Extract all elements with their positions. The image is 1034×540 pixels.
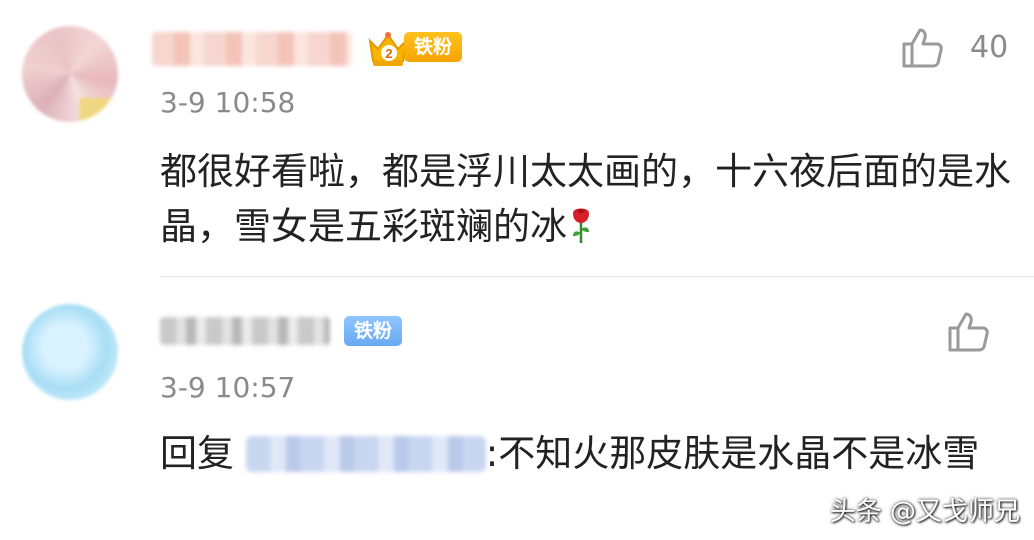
reply-prefix: 回复 [160,432,246,475]
comment-text: 都很好看啦，都是浮川太太画的，十六夜后面的是水晶，雪女是五彩斑斓的冰 [160,144,1020,254]
comment-item: 2 铁粉 3-9 10:58 40 都很好看啦，都是浮川太太画的，十六夜后面的是… [0,0,1034,276]
watermark: 头条 @又戈师兄 [829,497,1020,527]
avatar[interactable] [22,304,118,400]
thumbs-up-icon[interactable] [946,310,990,354]
rose-emoji-icon [573,208,589,243]
like-count: 40 [970,30,1009,65]
fan-badge: 铁粉 [404,32,463,62]
mention-username[interactable] [245,436,486,472]
comment-text: 回复 :不知火那皮肤是水晶不是冰雪 [160,426,1020,481]
fan-badge: 铁粉 [344,316,403,346]
avatar[interactable] [22,26,118,122]
thumbs-up-icon[interactable] [900,26,944,70]
comment-time: 3-9 10:57 [160,371,296,404]
username[interactable] [152,32,352,66]
comment-body: :不知火那皮肤是水晶不是冰雪 [485,432,980,475]
svg-text:2: 2 [385,46,392,61]
comment-time: 3-9 10:58 [160,86,296,119]
username[interactable] [160,317,330,345]
